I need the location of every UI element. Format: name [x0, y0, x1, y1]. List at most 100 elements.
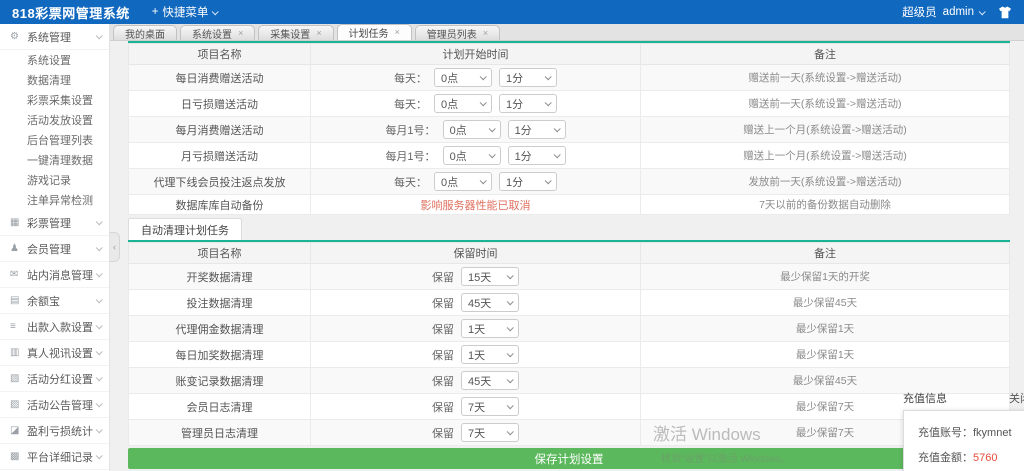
chevron-down-icon — [96, 218, 103, 225]
col-header-start-time: 计划开始时间 — [311, 44, 641, 65]
chevron-down-icon — [96, 348, 103, 355]
recharge-amount-label: 充值金额： — [918, 452, 973, 464]
chevron-down-icon — [488, 125, 495, 132]
sidebar-group-9[interactable]: ◪ 盈利亏损统计 — [0, 418, 109, 444]
tab-3[interactable]: 计划任务 × — [337, 24, 412, 40]
sidebar-group-4[interactable]: ▤ 余额宝 — [0, 288, 109, 314]
gear-icon: ⚙ — [10, 31, 23, 42]
close-icon[interactable]: × — [316, 29, 321, 38]
recharge-account-label: 充值账号： — [918, 427, 973, 439]
payment-icon: ≡ — [10, 321, 23, 332]
hour-select[interactable]: 0点 — [443, 120, 501, 139]
tab-0[interactable]: 我的桌面 — [113, 25, 177, 40]
save-plan-button[interactable]: 保存计划设置 — [128, 448, 1010, 469]
minute-select[interactable]: 1分 — [499, 68, 557, 87]
recharge-popup: 充值信息 关闭 充值账号：fkymnet 充值金额：5760 处理详情 — [903, 390, 1024, 471]
plan-table: 项目名称 计划开始时间 备注 每日消费赠送活动 每天： 0点 1分 赠送前一天(… — [128, 43, 1010, 215]
keep-days-select[interactable]: 1天 — [461, 319, 519, 338]
chevron-down-icon — [545, 177, 552, 184]
sidebar-item[interactable]: 彩票采集设置 — [0, 90, 109, 110]
chevron-down-icon — [96, 374, 103, 381]
chevron-down-icon — [507, 428, 514, 435]
keep-days-select[interactable]: 1天 — [461, 345, 519, 364]
sidebar-item[interactable]: 活动发放设置 — [0, 110, 109, 130]
sidebar-group-5[interactable]: ≡ 出款入款设置 — [0, 314, 109, 340]
chevron-down-icon — [480, 99, 487, 106]
clean-panel: 项目名称 保留时间 备注 开奖数据清理 保留 15天 最少保留1天的开奖 投注数… — [128, 242, 1010, 446]
tab-bar: 我的桌面 系统设置 × 采集设置 × 计划任务 × 管理员列表 × — [110, 24, 1024, 41]
username: admin — [943, 6, 974, 18]
keep-label: 保留 — [432, 347, 454, 363]
minute-select[interactable]: 1分 — [499, 94, 557, 113]
chevron-down-icon — [507, 324, 514, 331]
plan-table-header-row: 项目名称 计划开始时间 备注 — [129, 44, 1010, 65]
sidebar-group-1[interactable]: ▦ 彩票管理 — [0, 210, 109, 236]
task-name: 账变记录数据清理 — [176, 376, 264, 388]
quick-menu-button[interactable]: + 快捷菜单 — [152, 4, 218, 20]
sidebar-group-3[interactable]: ✉ 站内消息管理 — [0, 262, 109, 288]
task-remark: 最少保留1天 — [796, 349, 854, 361]
recharge-popup-close-button[interactable]: 关闭 — [1009, 390, 1024, 406]
close-icon[interactable]: × — [483, 29, 488, 38]
sidebar-group-6[interactable]: ▥ 真人视讯设置 — [0, 340, 109, 366]
chevron-down-icon — [507, 376, 514, 383]
close-icon[interactable]: × — [238, 29, 243, 38]
close-icon[interactable]: × — [395, 28, 400, 37]
profit-icon: ◪ — [10, 425, 23, 436]
backup-cancelled-notice[interactable]: 影响服务器性能已取消 — [421, 200, 531, 212]
sidebar-item[interactable]: 数据清理 — [0, 70, 109, 90]
chevron-down-icon — [96, 322, 103, 329]
keep-label: 保留 — [432, 373, 454, 389]
tab-1[interactable]: 系统设置 × — [180, 25, 255, 40]
minute-select[interactable]: 1分 — [499, 172, 557, 191]
keep-days-select[interactable]: 15天 — [461, 267, 519, 286]
sidebar-item[interactable]: 游戏记录 — [0, 170, 109, 190]
sidebar-group-2[interactable]: ♟ 会员管理 — [0, 236, 109, 262]
sidebar-item[interactable]: 注单异常检测 — [0, 190, 109, 210]
hour-select[interactable]: 0点 — [434, 94, 492, 113]
task-remark: 7天以前的备份数据自动删除 — [759, 199, 891, 211]
keep-days-select[interactable]: 45天 — [461, 371, 519, 390]
sidebar-item[interactable]: 一键清理数据 — [0, 150, 109, 170]
keep-days-select[interactable]: 7天 — [461, 397, 519, 416]
clean-section-strip: 自动清理计划任务 — [128, 218, 1010, 242]
task-name: 管理员日志清理 — [181, 428, 258, 440]
tab-2[interactable]: 采集设置 × — [258, 25, 333, 40]
keep-days-select[interactable]: 45天 — [461, 293, 519, 312]
task-remark: 发放前一天(系统设置->赠送活动) — [748, 176, 901, 188]
task-name: 代理佣金数据清理 — [176, 324, 264, 336]
theme-shirt-icon[interactable] — [998, 6, 1012, 19]
table-row: 投注数据清理 保留 45天 最少保留45天 — [129, 290, 1010, 316]
sidebar-collapse-handle[interactable]: ‹ — [110, 232, 120, 262]
recharge-popup-body: 充值账号：fkymnet 充值金额：5760 处理详情 — [903, 410, 1024, 471]
plan-panel: 项目名称 计划开始时间 备注 每日消费赠送活动 每天： 0点 1分 赠送前一天(… — [128, 41, 1010, 215]
keep-days-select[interactable]: 7天 — [461, 423, 519, 442]
task-name: 每月消费赠送活动 — [176, 125, 264, 137]
table-row: 代理下线会员投注返点发放 每天： 0点 1分 发放前一天(系统设置->赠送活动) — [129, 169, 1010, 195]
task-name: 数据库库自动备份 — [176, 200, 264, 212]
sidebar-item[interactable]: 系统设置 — [0, 50, 109, 70]
sidebar-group-7[interactable]: ▧ 活动分红设置 — [0, 366, 109, 392]
task-name: 每日消费赠送活动 — [176, 73, 264, 85]
clean-table: 项目名称 保留时间 备注 开奖数据清理 保留 15天 最少保留1天的开奖 投注数… — [128, 242, 1010, 446]
table-row: 代理佣金数据清理 保留 1天 最少保留1天 — [129, 316, 1010, 342]
task-name: 每日加奖数据清理 — [176, 350, 264, 362]
sidebar: ⚙ 系统管理 系统设置 数据清理 彩票采集设置 活动发放设置 后台管理列表 一键… — [0, 24, 110, 471]
tab-4[interactable]: 管理员列表 × — [415, 25, 500, 40]
schedule-label: 每月1号： — [385, 122, 435, 138]
sidebar-group-0[interactable]: ⚙ 系统管理 — [0, 24, 109, 50]
table-row: 开奖数据清理 保留 15天 最少保留1天的开奖 — [129, 264, 1010, 290]
plus-icon: + — [152, 6, 159, 18]
hour-select[interactable]: 0点 — [443, 146, 501, 165]
sidebar-group-8[interactable]: ▨ 活动公告管理 — [0, 392, 109, 418]
hour-select[interactable]: 0点 — [434, 68, 492, 87]
chevron-down-icon — [488, 151, 495, 158]
minute-select[interactable]: 1分 — [508, 120, 566, 139]
user-menu[interactable]: admin — [943, 6, 984, 18]
chevron-down-icon — [507, 298, 514, 305]
minute-select[interactable]: 1分 — [508, 146, 566, 165]
chevron-down-icon — [96, 270, 103, 277]
sidebar-item[interactable]: 后台管理列表 — [0, 130, 109, 150]
sidebar-group-10[interactable]: ▩ 平台详细记录 — [0, 444, 109, 470]
hour-select[interactable]: 0点 — [434, 172, 492, 191]
